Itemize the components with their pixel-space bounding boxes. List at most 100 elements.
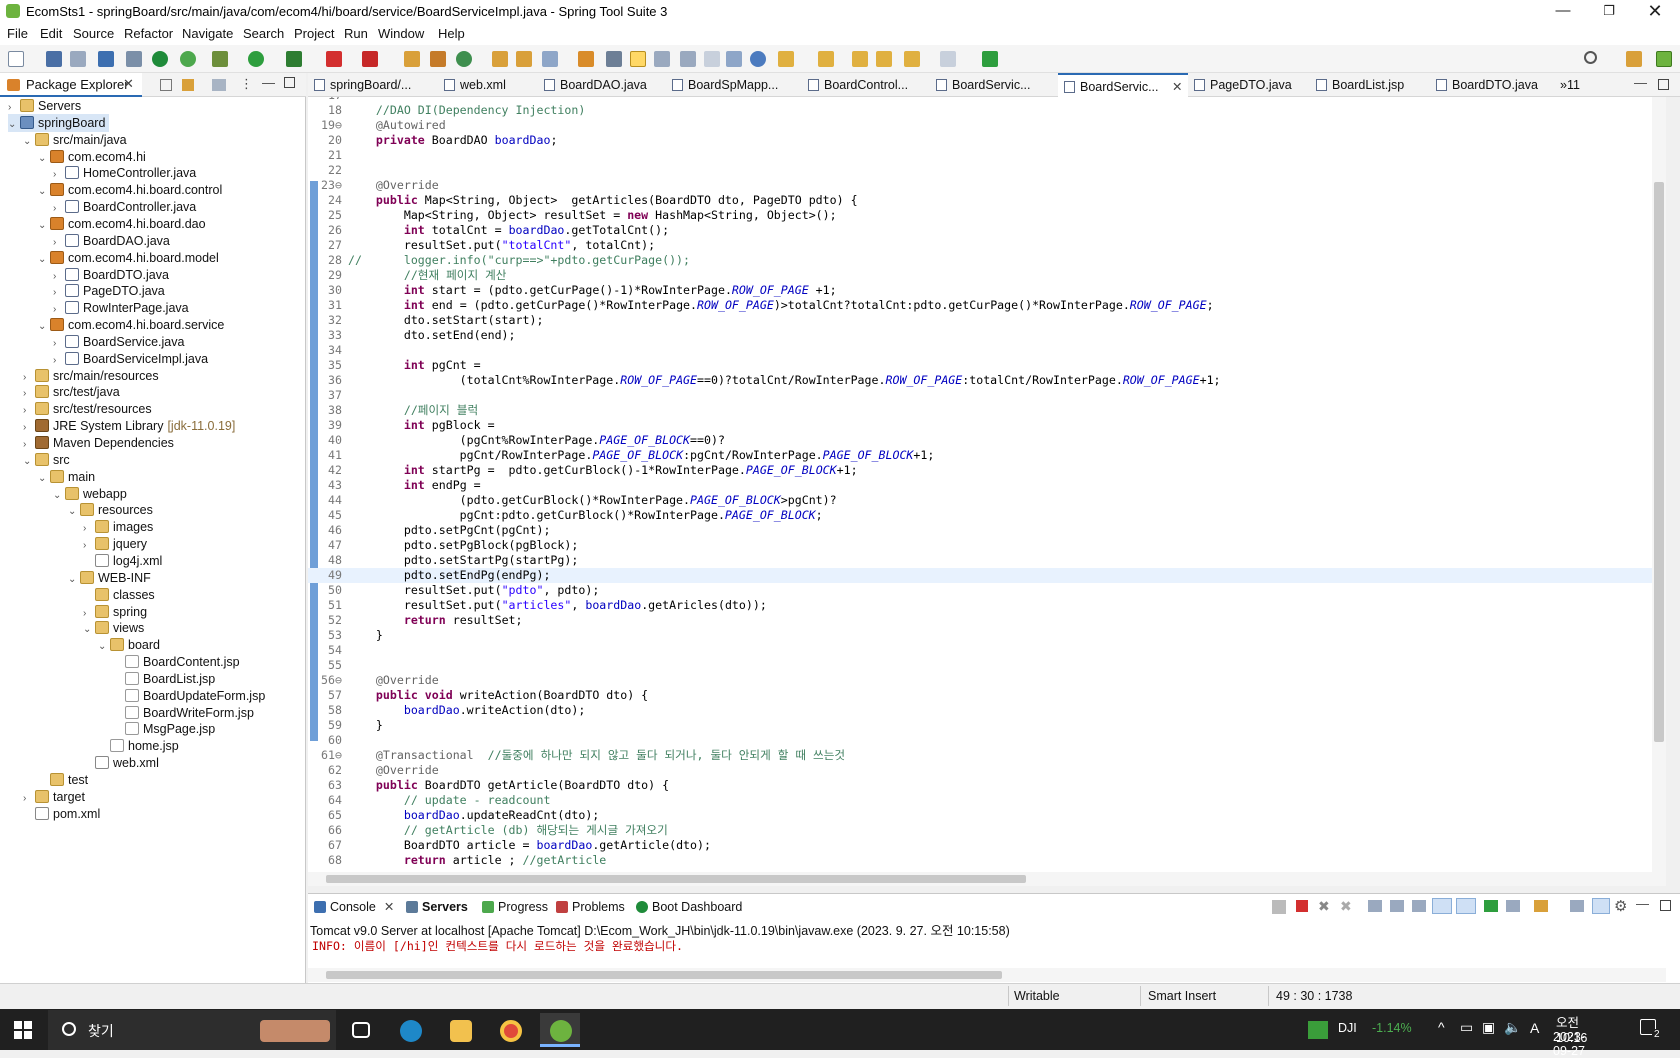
stop-icon[interactable] [326,51,342,67]
tab-problems[interactable]: Problems [554,896,634,918]
tab-package-explorer[interactable]: Package Explorer ✕ [0,73,142,97]
taskbar-spring-tool-suite[interactable] [540,1013,580,1047]
expanded-chevron-icon[interactable]: ⌄ [38,150,50,168]
globe-icon[interactable] [750,51,766,67]
tree-item[interactable]: › BoardServiceImpl.java [53,350,208,368]
tree-item[interactable]: ⌄ src/main/java [23,131,127,149]
scroll-lock-icon[interactable] [1390,900,1404,912]
tab-console[interactable]: Console ✕ [312,896,398,918]
code-line[interactable]: 27 resultSet.put("totalCnt", totalCnt); [308,238,1658,253]
open-console-icon[interactable] [1534,900,1548,912]
spring-boot-icon[interactable] [152,51,168,67]
tab-boarddao[interactable]: BoardDAO.java [538,73,666,97]
code-line[interactable]: 65 boardDao.updateReadCnt(dto); [308,808,1658,823]
open-task-icon[interactable] [578,51,594,67]
tree-item[interactable]: › images [83,518,153,536]
tab-boardserviceimpl[interactable]: BoardServic... ✕ [1058,73,1188,97]
tree-item[interactable]: BoardUpdateForm.jsp [113,687,265,705]
tree-item[interactable]: › JRE System Library [jdk-11.0.19] [23,417,235,435]
code-line[interactable]: 21 [308,148,1658,163]
code-line[interactable]: 59 } [308,718,1658,733]
code-line[interactable]: 26 int totalCnt = boardDao.getTotalCnt()… [308,223,1658,238]
spring-perspective-icon[interactable] [1656,51,1672,67]
code-line[interactable]: 58 boardDao.writeAction(dto); [308,703,1658,718]
console-settings-icon[interactable] [1570,900,1584,912]
tree-item[interactable]: ⌄ webapp [53,485,127,503]
tree-item[interactable]: ⌄ com.ecom4.hi.board.model [38,249,219,267]
code-line[interactable]: 53 } [308,628,1658,643]
tree-item[interactable]: BoardList.jsp [113,670,215,688]
tree-item[interactable]: ⌄ board [98,636,160,654]
code-line[interactable]: 60 [308,733,1658,748]
code-line[interactable]: 46 pdto.setPgCnt(pgCnt); [308,523,1658,538]
editor-vertical-scrollbar[interactable] [1652,97,1666,872]
menu-run[interactable]: Run [344,26,368,41]
tab-web-xml[interactable]: web.xml [438,73,538,97]
tree-item[interactable]: ⌄ com.ecom4.hi [38,148,146,166]
new-class-icon[interactable] [456,51,472,67]
pin-editor-icon[interactable] [982,51,998,67]
new-package-icon[interactable] [430,51,446,67]
menu-help[interactable]: Help [438,26,465,41]
word-wrap-icon[interactable] [654,51,670,67]
tree-item[interactable]: ⌄ WEB-INF [68,569,151,587]
tab-pagedto[interactable]: PageDTO.java [1188,73,1310,97]
menu-search[interactable]: Search [243,26,284,41]
minimize-view-icon[interactable]: — [262,75,275,90]
tree-item[interactable]: › PageDTO.java [53,282,165,300]
stock-name[interactable]: DJI [1338,1021,1357,1035]
run-coverage-icon[interactable] [286,51,302,67]
code-line[interactable]: 55 [308,658,1658,673]
remove-all-icon[interactable]: ✖ [1340,898,1352,915]
tree-item[interactable]: ⌄ com.ecom4.hi.board.control [38,181,222,199]
forward-icon[interactable] [940,51,956,67]
expanded-chevron-icon[interactable]: ⌄ [38,251,50,269]
expanded-chevron-icon[interactable]: ⌄ [68,571,80,589]
tree-item[interactable]: ⌄ com.ecom4.hi.board.dao [38,215,206,233]
code-line[interactable]: 57 public void writeAction(BoardDTO dto)… [308,688,1658,703]
expanded-chevron-icon[interactable]: ⌄ [98,638,110,656]
code-line[interactable]: 20 private BoardDAO boardDao; [308,133,1658,148]
back-icon[interactable] [904,51,920,67]
taskbar-edge[interactable] [390,1013,430,1047]
code-line[interactable]: 68 return article ; //getArticle [308,853,1658,868]
link-icon[interactable] [1272,900,1286,914]
expanded-chevron-icon[interactable]: ⌄ [83,621,95,639]
tab-boardspmapper[interactable]: BoardSpMapp... [666,73,794,97]
forward-edit-icon[interactable] [876,51,892,67]
expanded-chevron-icon[interactable]: ⌄ [23,133,35,151]
menu-file[interactable]: File [7,26,28,41]
tab-springboard[interactable]: springBoard/... [308,73,430,97]
tree-item[interactable]: web.xml [83,754,159,772]
code-line[interactable]: 25 Map<String, Object> resultSet = new H… [308,208,1658,223]
code-line[interactable]: 40 (pgCnt%RowInterPage.PAGE_OF_BLOCK==0)… [308,433,1658,448]
tree-item[interactable]: test [38,771,88,789]
code-line[interactable]: 29 //현재 페이지 계산 [308,268,1658,283]
tree-item[interactable]: MsgPage.jsp [113,720,215,738]
tree-item[interactable]: › src/main/resources [23,367,159,385]
expanded-chevron-icon[interactable]: ⌄ [23,453,35,471]
display-console-icon[interactable] [1506,900,1520,912]
pilcrow-icon[interactable] [726,51,742,67]
code-line[interactable]: 35 int pgCnt = [308,358,1658,373]
scroll-thumb[interactable] [326,971,1002,979]
code-line[interactable]: 66 // getArticle (db) 해당되는 게시글 가져오기 [308,823,1658,838]
code-line[interactable]: 34 [308,343,1658,358]
tree-item[interactable]: ⌄ springBoard [8,113,110,132]
network-icon[interactable]: ▣ [1482,1019,1495,1036]
new-icon[interactable] [8,51,24,67]
code-line[interactable]: 19⊖ @Autowired [308,118,1658,133]
taskbar-chrome[interactable] [490,1013,530,1047]
windows-start-icon[interactable] [14,1021,32,1039]
code-line[interactable]: 50 resultSet.put("pdto", pdto); [308,583,1658,598]
code-editor[interactable]: 1718 //DAO DI(Dependency Injection)19⊖ @… [308,97,1666,872]
battery-icon[interactable]: ▭ [1460,1019,1473,1036]
tab-progress[interactable]: Progress [480,896,554,918]
minimize-editor-icon[interactable]: — [1634,75,1647,90]
tab-boardservice[interactable]: BoardServic... [930,73,1050,97]
tree-item[interactable]: home.jsp [98,737,179,755]
save-all-icon[interactable] [70,51,86,67]
open-type-icon[interactable] [492,51,508,67]
tree-item[interactable]: ⌄ com.ecom4.hi.board.service [38,316,224,334]
tree-item[interactable]: › spring [83,603,147,621]
